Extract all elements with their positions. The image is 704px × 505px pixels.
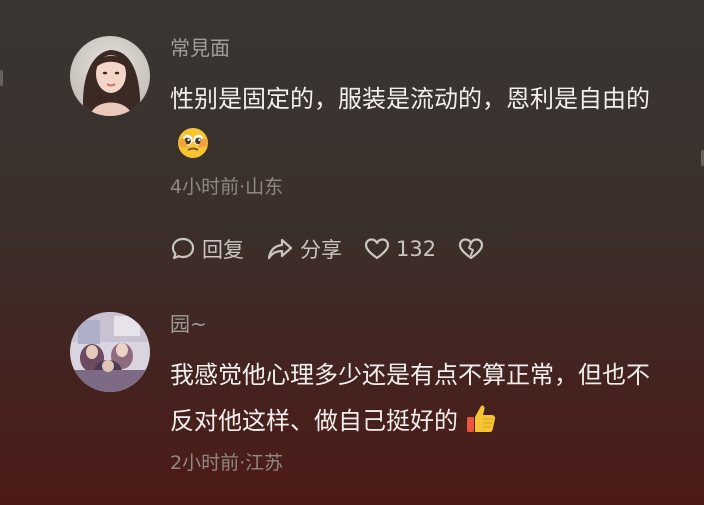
broken-heart-icon (458, 238, 484, 260)
like-count: 132 (396, 237, 437, 261)
face-holding-back-tears-icon (176, 126, 210, 160)
share-button[interactable]: 分享 (266, 234, 342, 264)
avatar[interactable] (70, 36, 150, 116)
comment-username[interactable]: 常見面 (170, 36, 670, 60)
edge-marker-left (0, 70, 3, 86)
comment-text: 我感觉他心理多少还是有点不算正常，但也不反对他这样、做自己挺好的 (170, 361, 650, 436)
thumbs-up-icon (464, 402, 498, 436)
share-icon (267, 238, 293, 260)
comment-meta: 4小时前·山东 (170, 176, 284, 198)
reply-label: 回复 (202, 238, 244, 262)
heart-icon (364, 238, 390, 260)
avatar[interactable] (70, 312, 150, 392)
reply-button[interactable]: 回复 (170, 234, 244, 264)
share-label: 分享 (300, 238, 342, 262)
comment-username[interactable]: 园~ (170, 312, 670, 336)
comment-text: 性别是固定的，服装是流动的，恩利是自由的 (170, 76, 670, 168)
comment-actions: 回复 分享 132 (170, 234, 670, 264)
dislike-button[interactable] (458, 237, 490, 261)
reply-icon (171, 237, 195, 260)
like-button[interactable]: 132 (364, 237, 436, 261)
comment-meta: 2小时前·江苏 (170, 452, 284, 474)
